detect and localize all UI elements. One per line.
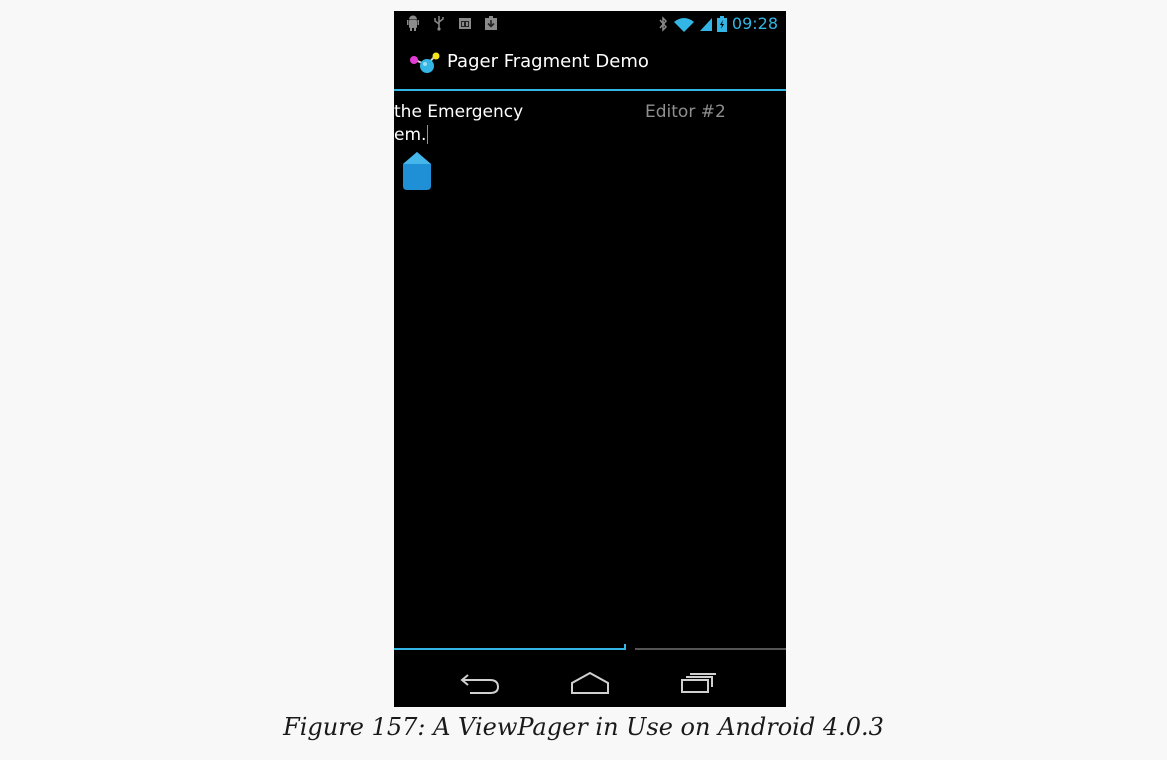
android-debug-icon (407, 15, 419, 31)
download-icon (485, 16, 497, 30)
system-status-icons: 09:28 (658, 14, 778, 33)
navigation-bar (394, 653, 786, 707)
status-bar: 09:28 (394, 11, 786, 37)
cursor-handle-icon[interactable] (403, 152, 431, 190)
app-logo-icon[interactable] (408, 51, 440, 77)
editor-2-field[interactable]: Editor #2 (645, 101, 726, 124)
editor-1-field[interactable]: the Emergency em. (394, 101, 594, 147)
text-caret (427, 125, 429, 144)
recent-apps-icon[interactable] (674, 663, 722, 697)
page: 09:28 Pager Fragment Demo the Emergency … (0, 0, 1167, 760)
back-icon[interactable] (458, 663, 506, 697)
sd-card-icon (459, 18, 471, 29)
notification-icons (406, 15, 498, 31)
view-pager[interactable]: the Emergency em. Editor #2 (394, 91, 786, 646)
editor-1-line-2: em. (394, 124, 594, 147)
figure-caption: Figure 157: A ViewPager in Use on Androi… (283, 713, 884, 741)
usb-icon (434, 16, 444, 31)
editor-2-underline (635, 648, 786, 650)
battery-charging-icon (716, 15, 727, 32)
editor-1-underline (394, 644, 626, 650)
editor-1-line-1: the Emergency (394, 102, 524, 122)
home-icon[interactable] (566, 663, 614, 697)
clock: 09:28 (731, 14, 778, 33)
phone-screen: 09:28 Pager Fragment Demo the Emergency … (394, 11, 786, 707)
editor-1-line-2-text: em. (394, 125, 427, 145)
action-bar: Pager Fragment Demo (394, 37, 786, 91)
bluetooth-icon (659, 15, 667, 32)
editor-2-hint: Editor #2 (645, 102, 726, 122)
app-title: Pager Fragment Demo (447, 51, 649, 72)
signal-icon (699, 17, 712, 31)
wifi-icon (673, 17, 694, 32)
